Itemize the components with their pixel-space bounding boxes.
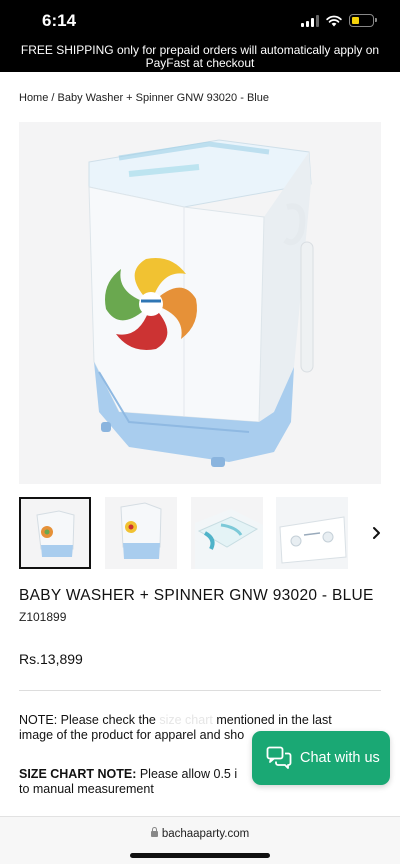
- washing-machine-illustration: [88, 139, 314, 467]
- thumb-front[interactable]: [19, 497, 91, 569]
- browser-bottom-bar: bachaaparty.com: [0, 816, 400, 864]
- announcement-bar: FREE SHIPPING only for prepaid orders wi…: [0, 44, 400, 72]
- thumb-panel[interactable]: [276, 497, 348, 569]
- status-icons: [301, 14, 377, 27]
- status-bar: 6:14: [0, 0, 400, 44]
- product-price: Rs.13,899: [19, 651, 83, 667]
- thumb-front-2-image: [120, 502, 162, 559]
- thumb-front-image: [36, 510, 75, 557]
- note-line-2: image of the product for apparel and sho: [19, 728, 245, 742]
- wifi-icon: [326, 15, 342, 26]
- chevron-right-icon[interactable]: [369, 523, 385, 543]
- note-prefix: NOTE: Please check the: [19, 713, 156, 727]
- thumb-lid-top-image: [195, 509, 263, 569]
- chat-icon: [266, 746, 292, 769]
- thumbnail-strip: [19, 497, 381, 569]
- product-sku: Z101899: [19, 610, 67, 624]
- product-main-image[interactable]: [19, 122, 381, 484]
- thumb-front-2[interactable]: [105, 497, 177, 569]
- divider: [19, 690, 381, 691]
- product-page: 6:14 FREE SHIPPING only for prepaid orde…: [0, 0, 400, 864]
- url-bar[interactable]: bachaaparty.com: [0, 827, 400, 840]
- status-time: 6:14: [42, 11, 77, 30]
- chat-with-us-button[interactable]: Chat with us: [252, 731, 390, 785]
- size-chart-link[interactable]: size chart: [159, 713, 213, 727]
- breadcrumb[interactable]: Home / Baby Washer + Spinner GNW 93020 -…: [19, 92, 269, 104]
- thumb-lid-top[interactable]: [191, 497, 263, 569]
- size-note-line-2: to manual measurement: [19, 782, 154, 796]
- signal-icon: [301, 14, 319, 27]
- size-note-heading: SIZE CHART NOTE:: [19, 767, 137, 781]
- product-title: BABY WASHER + SPINNER GNW 93020 - BLUE: [19, 587, 374, 604]
- thumb-panel-image: [276, 497, 348, 569]
- announcement-line-2: PayFast at checkout: [145, 56, 255, 70]
- url-text: bachaaparty.com: [161, 828, 250, 840]
- battery-icon: [349, 14, 377, 27]
- size-note-text: Please allow 0.5 i: [139, 767, 238, 781]
- lock-icon: [150, 827, 158, 837]
- chat-label: Chat with us: [300, 750, 380, 766]
- home-indicator[interactable]: [130, 853, 270, 858]
- note-rest: mentioned in the last: [216, 713, 332, 727]
